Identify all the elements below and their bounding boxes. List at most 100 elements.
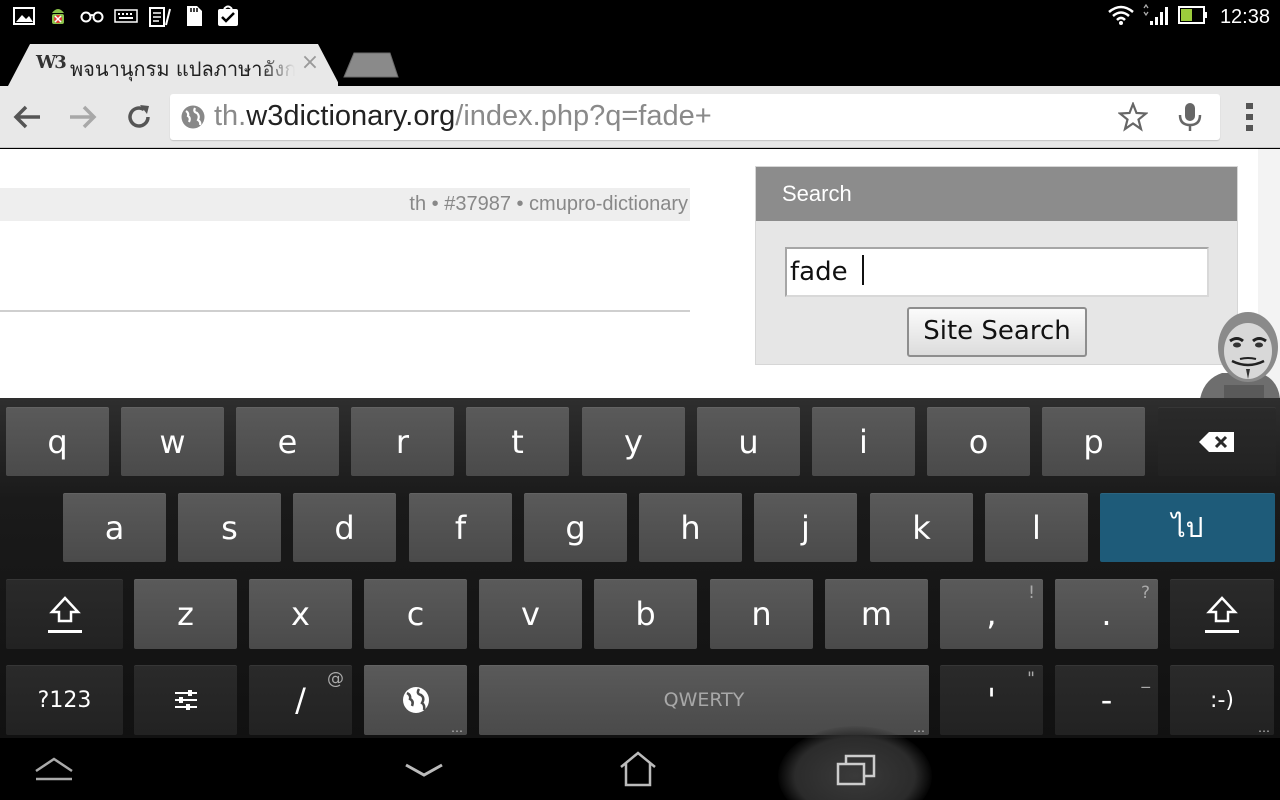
search-input[interactable]: fade <box>785 247 1209 297</box>
chevron-up-double-icon <box>35 757 73 781</box>
site-search-button[interactable]: Site Search <box>907 307 1087 357</box>
key-e[interactable]: e <box>236 407 339 476</box>
smiley-key[interactable]: :-) … <box>1170 665 1274 735</box>
more-dots: … <box>913 721 925 735</box>
text-caret <box>861 255 864 285</box>
shift-key-right[interactable] <box>1170 579 1274 649</box>
new-tab-button[interactable] <box>342 52 400 78</box>
space-key[interactable]: QWERTY … <box>479 665 929 735</box>
hide-keyboard-button[interactable] <box>24 746 84 792</box>
space-label: QWERTY <box>663 689 745 711</box>
key-o[interactable]: o <box>927 407 1030 476</box>
key-g[interactable]: g <box>524 493 627 562</box>
key-i[interactable]: i <box>812 407 915 476</box>
apostrophe-hint: " <box>1027 669 1035 689</box>
battery-icon <box>1177 5 1208 29</box>
key-h[interactable]: h <box>639 493 742 562</box>
search-widget: Search fade Site Search <box>755 166 1238 365</box>
reload-button[interactable] <box>120 98 158 136</box>
go-key[interactable]: ไป <box>1100 493 1275 562</box>
keyboard-icon <box>114 5 138 27</box>
recent-apps-icon <box>836 754 876 786</box>
address-bar[interactable]: th.w3dictionary.org/index.php?q=fade+ <box>170 94 1220 140</box>
settings-key[interactable] <box>134 665 237 735</box>
search-input-value: fade <box>790 257 856 287</box>
shift-icon <box>1205 596 1239 633</box>
navigation-bar <box>0 726 1280 800</box>
key-r[interactable]: r <box>351 407 454 476</box>
key-v[interactable]: v <box>479 579 582 649</box>
key-d[interactable]: d <box>293 493 396 562</box>
tab-strip: W3 พจนานุกรม แปลภาษาอังกฤษ × <box>0 34 1280 86</box>
key-p[interactable]: p <box>1042 407 1145 476</box>
key-j[interactable]: j <box>754 493 857 562</box>
globe-icon <box>181 105 205 129</box>
close-tab-icon[interactable]: × <box>298 50 322 76</box>
system-status: 12:38 <box>1108 3 1270 30</box>
back-nav-button[interactable] <box>394 746 454 792</box>
sd-card-icon <box>182 5 206 27</box>
android-bug-icon <box>46 5 70 27</box>
status-bar: 12:38 <box>0 0 1280 34</box>
dash-key[interactable]: - _ <box>1055 665 1158 735</box>
period-label: . <box>1101 595 1112 633</box>
key-l[interactable]: l <box>985 493 1088 562</box>
key-f[interactable]: f <box>409 493 512 562</box>
key-s[interactable]: s <box>178 493 281 562</box>
url-text: th.w3dictionary.org/index.php?q=fade+ <box>214 100 712 132</box>
browser-toolbar: th.w3dictionary.org/index.php?q=fade+ <box>0 86 1280 148</box>
key-c[interactable]: c <box>364 579 467 649</box>
comma-key[interactable]: ,! <box>940 579 1043 649</box>
entry-meta: th • #37987 • cmupro-dictionary <box>0 188 690 221</box>
dash-hint: _ <box>1141 669 1151 689</box>
microphone-icon[interactable] <box>1174 101 1206 133</box>
key-x[interactable]: x <box>249 579 352 649</box>
smiley-label: :-) <box>1210 687 1234 713</box>
more-dots: … <box>451 721 463 735</box>
key-q[interactable]: q <box>6 407 109 476</box>
symbols-key[interactable]: ?123 <box>6 665 123 735</box>
soft-keyboard: q w e r t y u i o p a s d f g h j k l ไป… <box>0 398 1280 738</box>
divider <box>0 310 690 312</box>
shift-icon <box>47 596 82 633</box>
forward-button[interactable] <box>64 98 102 136</box>
key-n[interactable]: n <box>710 579 813 649</box>
key-b[interactable]: b <box>594 579 697 649</box>
home-icon <box>620 751 656 787</box>
dash-label: - <box>1100 681 1113 719</box>
key-t[interactable]: t <box>466 407 569 476</box>
key-k[interactable]: k <box>870 493 973 562</box>
gallery-icon <box>12 5 36 27</box>
shift-key-left[interactable] <box>6 579 123 649</box>
key-z[interactable]: z <box>134 579 237 649</box>
browser-tab[interactable]: W3 พจนานุกรม แปลภาษาอังกฤษ × <box>8 44 338 86</box>
slash-label: / <box>295 681 306 719</box>
language-key[interactable]: … <box>364 665 467 735</box>
backspace-icon <box>1199 431 1234 452</box>
key-y[interactable]: y <box>582 407 685 476</box>
key-a[interactable]: a <box>63 493 166 562</box>
backspace-key[interactable] <box>1158 407 1276 476</box>
more-dots: … <box>1258 721 1270 735</box>
bookmark-star-icon[interactable] <box>1117 100 1150 132</box>
back-button[interactable] <box>8 98 46 136</box>
comma-hint: ! <box>1028 583 1035 603</box>
period-key[interactable]: .? <box>1055 579 1158 649</box>
clock: 12:38 <box>1219 5 1270 28</box>
signal-icon <box>1142 3 1170 30</box>
search-heading: Search <box>756 167 1237 221</box>
apostrophe-key[interactable]: ' " <box>940 665 1043 735</box>
glasses-icon <box>80 5 104 27</box>
slash-key[interactable]: / @ <box>249 665 352 735</box>
clipboard-icon <box>148 5 172 27</box>
w3-favicon-icon: W3 <box>36 52 67 73</box>
sliders-icon <box>174 690 197 710</box>
key-w[interactable]: w <box>121 407 224 476</box>
key-m[interactable]: m <box>825 579 928 649</box>
tab-title: พจนานุกรม แปลภาษาอังกฤษ <box>70 57 295 81</box>
slash-hint: @ <box>327 669 344 689</box>
recents-button[interactable] <box>826 746 886 792</box>
overflow-menu-icon[interactable] <box>1236 100 1264 134</box>
key-u[interactable]: u <box>697 407 800 476</box>
home-button[interactable] <box>608 746 668 792</box>
